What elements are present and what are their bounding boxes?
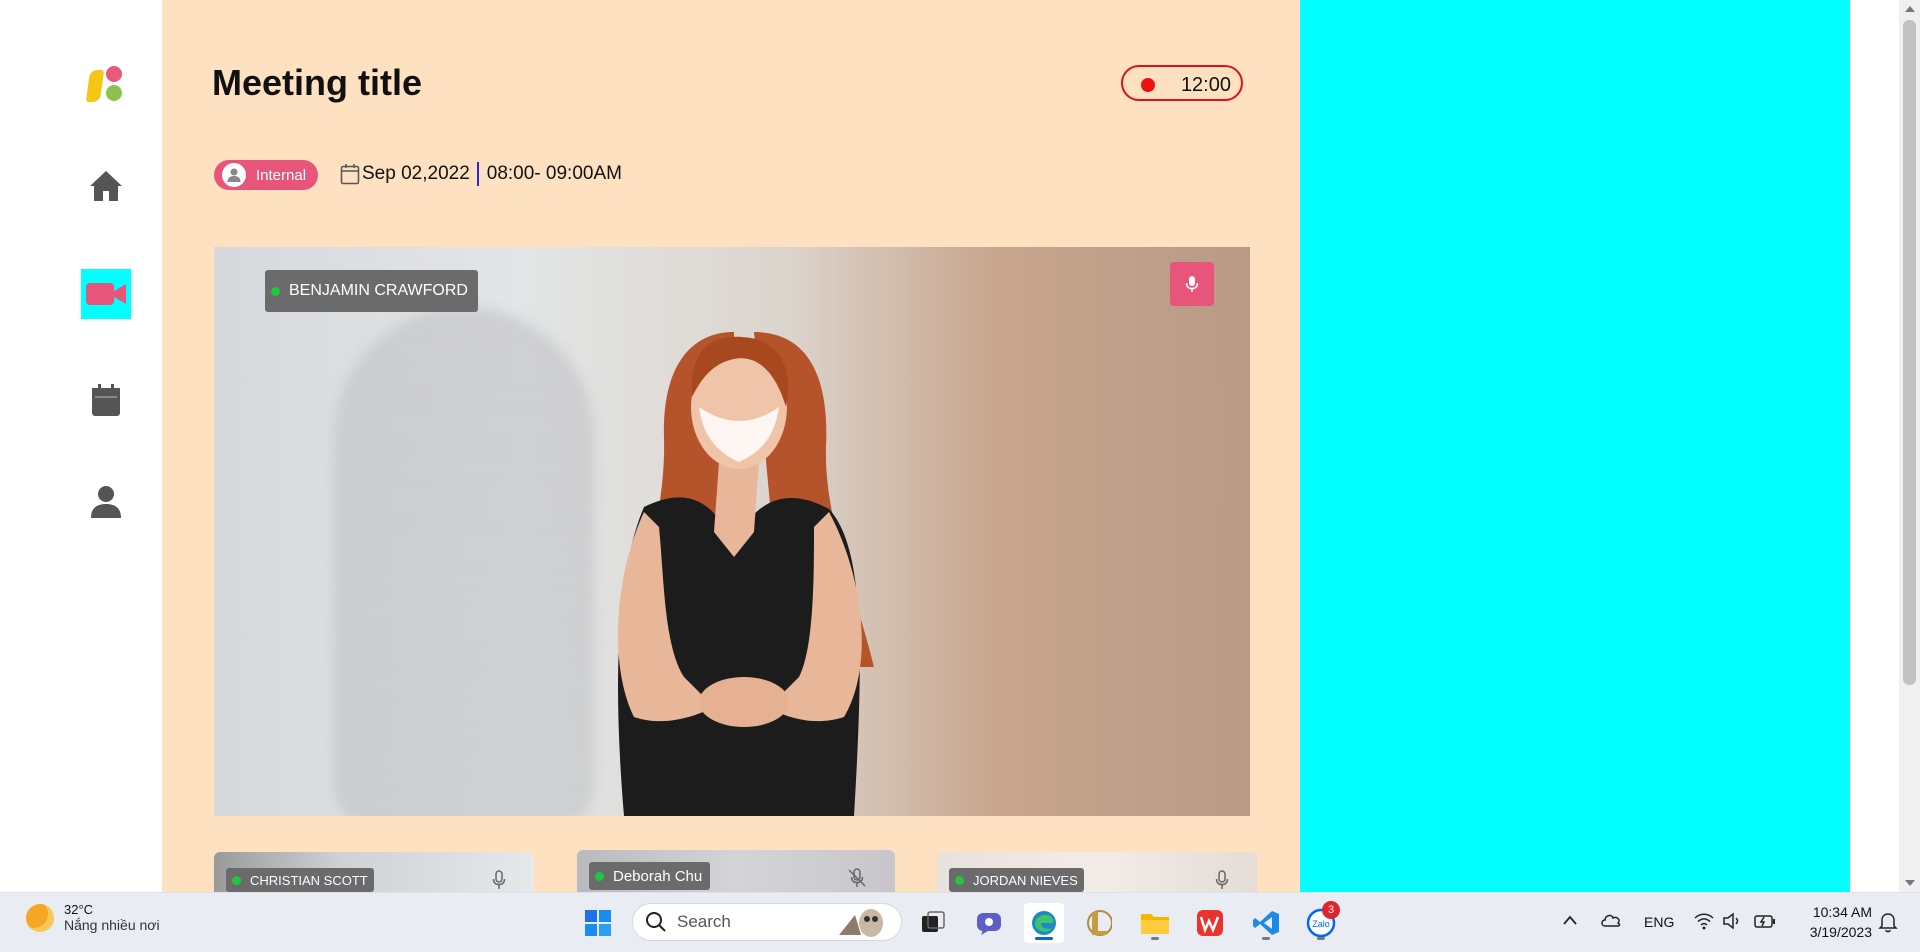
edge-browser-button[interactable] xyxy=(1024,903,1064,943)
weather-widget[interactable]: 32°C Nắng nhiều nơi xyxy=(26,902,160,933)
notifications-bell-icon[interactable] xyxy=(1878,911,1898,933)
league-of-legends-button[interactable] xyxy=(1079,903,1119,943)
running-indicator xyxy=(1151,937,1159,940)
search-icon xyxy=(646,912,666,932)
meeting-date: Sep 02,2022 xyxy=(362,163,470,184)
side-panel xyxy=(1300,0,1850,892)
microphone-icon[interactable] xyxy=(492,870,506,890)
speaker-video-frame xyxy=(617,332,874,816)
participant-name-chip: JORDAN NIEVES xyxy=(949,868,1084,892)
calendar-outline-icon xyxy=(340,164,360,185)
separator xyxy=(476,162,479,186)
participant-name: CHRISTIAN SCOTT xyxy=(250,872,368,888)
participant-tile[interactable]: Deborah Chu xyxy=(577,850,895,892)
search-placeholder: Search xyxy=(677,912,731,931)
wps-office-button[interactable] xyxy=(1190,903,1230,943)
home-icon[interactable] xyxy=(81,161,131,211)
scroll-down-icon[interactable] xyxy=(1905,880,1915,886)
app-logo xyxy=(85,66,124,106)
video-camera-icon[interactable] xyxy=(81,269,131,319)
active-indicator xyxy=(1035,937,1053,940)
clock-time: 10:34 AM xyxy=(1812,904,1872,920)
participant-tile[interactable]: JORDAN NIEVES xyxy=(937,852,1257,892)
calendar-icon[interactable] xyxy=(81,375,131,425)
weather-description: Nắng nhiều nơi xyxy=(64,917,160,933)
chat-icon xyxy=(977,913,1001,935)
record-dot-icon xyxy=(1141,78,1155,92)
participant-name-chip: CHRISTIAN SCOTT xyxy=(226,868,374,892)
microphone-icon[interactable] xyxy=(1215,870,1229,890)
online-status-icon xyxy=(232,875,241,885)
microphone-icon xyxy=(1185,276,1199,292)
edge-icon xyxy=(1032,911,1056,935)
speaker-volume-icon[interactable] xyxy=(1722,912,1742,930)
timer-value: 12:00 xyxy=(1180,74,1231,96)
participant-name: Deborah Chu xyxy=(613,867,703,885)
meeting-type-badge: Internal xyxy=(214,160,319,190)
main-video-tile[interactable]: BENJAMIN CRAWFORD xyxy=(214,247,1250,816)
meeting-time-range: 08:00- 09:00AM xyxy=(486,163,622,184)
folder-icon xyxy=(1141,914,1169,934)
meeting-panel: Meeting title 12:00 Internal Sep 02,2022… xyxy=(162,0,1300,892)
teams-chat-button[interactable] xyxy=(969,903,1009,943)
file-explorer-button[interactable] xyxy=(1135,903,1175,943)
meeting-type-label: Internal xyxy=(256,166,307,184)
wifi-icon[interactable] xyxy=(1694,912,1714,930)
svg-text:Zalo: Zalo xyxy=(1312,919,1330,929)
scroll-up-icon[interactable] xyxy=(1905,6,1915,12)
participant-name: JORDAN NIEVES xyxy=(973,872,1078,888)
recording-timer: 12:00 xyxy=(1121,65,1243,101)
user-circle-icon xyxy=(222,163,246,187)
running-indicator xyxy=(1262,937,1270,940)
speaker-name: BENJAMIN CRAWFORD xyxy=(289,282,468,299)
participant-tile[interactable]: CHRISTIAN SCOTT xyxy=(214,852,534,892)
page-title: Meeting title xyxy=(212,62,423,103)
system-clock[interactable]: 10:34 AM 3/19/2023 xyxy=(1792,902,1872,942)
taskbar-search[interactable]: Search xyxy=(632,903,902,941)
task-view-icon xyxy=(922,911,945,932)
wps-office-icon xyxy=(1197,910,1223,936)
weather-sun-icon xyxy=(26,903,54,932)
user-icon[interactable] xyxy=(81,477,131,527)
scrollbar-thumb[interactable] xyxy=(1903,20,1916,685)
clock-date: 3/19/2023 xyxy=(1809,924,1872,940)
battery-icon[interactable] xyxy=(1754,912,1776,930)
meeting-datetime: Sep 02,2022 08:00- 09:00AM xyxy=(340,162,622,186)
vscode-icon xyxy=(1253,911,1279,935)
speaker-name-chip: BENJAMIN CRAWFORD xyxy=(265,270,478,312)
participant-name-chip: Deborah Chu xyxy=(589,862,711,890)
sidebar xyxy=(0,0,162,892)
online-status-icon xyxy=(595,871,604,881)
language-indicator[interactable]: ENG xyxy=(1644,914,1674,930)
online-status-icon xyxy=(955,875,964,885)
chevron-up-icon[interactable] xyxy=(1563,915,1577,925)
windows-logo-icon xyxy=(585,910,611,936)
online-status-icon xyxy=(271,286,280,296)
vertical-scrollbar[interactable] xyxy=(1899,0,1920,892)
running-indicator xyxy=(1317,937,1325,940)
windows-taskbar: 32°C Nắng nhiều nơi Search Zalo 3 ENG 10… xyxy=(0,892,1920,952)
weather-temperature: 32°C xyxy=(64,902,94,917)
muted-microphone-icon[interactable] xyxy=(847,868,867,888)
task-view-button[interactable] xyxy=(913,903,953,943)
cloud-icon[interactable] xyxy=(1600,912,1622,928)
microphone-button[interactable] xyxy=(1170,262,1214,306)
league-icon xyxy=(1087,910,1112,936)
vscode-button[interactable] xyxy=(1246,903,1286,943)
notification-badge: 3 xyxy=(1322,901,1340,919)
owl-illustration-icon xyxy=(839,909,883,937)
start-button[interactable] xyxy=(578,903,618,943)
